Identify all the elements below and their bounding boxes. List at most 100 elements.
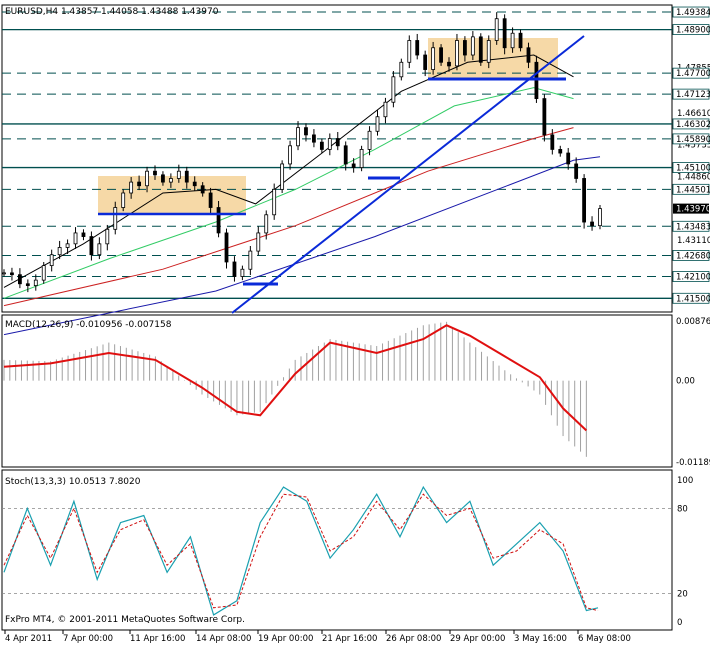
candle-body bbox=[304, 127, 308, 136]
stoch-tick-label: 0 bbox=[677, 618, 682, 628]
current-price-label: 1.43970 bbox=[676, 205, 710, 215]
stoch-tick-label: 20 bbox=[677, 590, 688, 600]
macd-tick-label: -0.01189 bbox=[676, 458, 710, 468]
candle-body bbox=[97, 243, 102, 256]
candle-body bbox=[240, 268, 245, 277]
candle-body bbox=[248, 250, 253, 270]
candle-body bbox=[319, 141, 324, 150]
candle-body bbox=[415, 40, 420, 56]
candle-body bbox=[113, 207, 118, 230]
price-tick-label: 1.44860 bbox=[677, 172, 710, 182]
candle-body bbox=[359, 149, 364, 168]
candle-body bbox=[41, 265, 46, 281]
chart-title: EURUSD,H4 1.43857 1.44058 1.43488 1.4397… bbox=[5, 7, 219, 17]
level-price-tag-label: 1.42680 bbox=[676, 251, 710, 261]
candle-body bbox=[2, 272, 6, 275]
level-price-tag-label: 1.45100 bbox=[676, 164, 710, 174]
macd-tick-label: 0.00 bbox=[676, 377, 695, 387]
stoch-tick-label: 100 bbox=[677, 476, 693, 486]
candle-body bbox=[105, 228, 110, 245]
candle-body bbox=[526, 47, 531, 63]
candle-body bbox=[121, 192, 126, 208]
time-tick-label: 19 Apr 00:00 bbox=[258, 634, 313, 644]
time-tick-label: 3 May 16:00 bbox=[514, 634, 567, 644]
level-price-tag-label: 1.44501 bbox=[676, 185, 710, 195]
candle-body bbox=[566, 152, 571, 165]
candle-body bbox=[25, 283, 30, 286]
candle-body bbox=[439, 47, 443, 63]
level-price-tag-label: 1.49384 bbox=[676, 8, 710, 18]
price-tick-label: 1.46610 bbox=[677, 109, 710, 119]
candle-body bbox=[256, 232, 261, 252]
candle-body bbox=[383, 101, 388, 118]
level-price-tag-label: 1.48900 bbox=[676, 26, 710, 36]
candle-body bbox=[272, 188, 277, 216]
candle-body bbox=[590, 221, 594, 227]
candle-body bbox=[391, 76, 396, 103]
candle-body bbox=[65, 243, 70, 248]
candle-body bbox=[407, 40, 412, 63]
candle-body bbox=[494, 18, 499, 41]
copyright-text: FxPro MT4, © 2001-2011 MetaQuotes Softwa… bbox=[5, 615, 245, 625]
candle-body bbox=[351, 163, 356, 168]
candle-body bbox=[81, 232, 86, 237]
time-tick-label: 6 May 08:00 bbox=[578, 634, 631, 644]
time-tick-label: 26 Apr 08:00 bbox=[386, 634, 441, 644]
level-price-tag-label: 1.42100 bbox=[676, 273, 710, 283]
candle-body bbox=[168, 178, 173, 183]
candle-body bbox=[10, 272, 14, 276]
stoch-title: Stoch(13,3,3) 10.0513 7.8020 bbox=[5, 477, 141, 487]
candle-body bbox=[542, 98, 547, 136]
candle-body bbox=[431, 47, 436, 70]
candle-body bbox=[598, 208, 602, 227]
candle-body bbox=[423, 54, 428, 70]
candle-body bbox=[574, 163, 579, 179]
candle-body bbox=[161, 174, 165, 183]
candle-body bbox=[280, 163, 285, 190]
candle-body bbox=[288, 145, 292, 165]
candle-body bbox=[192, 181, 197, 187]
candle-body bbox=[470, 36, 475, 56]
candle-body bbox=[208, 192, 213, 208]
macd-title: MACD(12,26,9) -0.010956 -0.007158 bbox=[5, 320, 172, 330]
candle-body bbox=[264, 214, 269, 234]
level-price-tag-label: 1.45890 bbox=[676, 135, 710, 145]
candle-body bbox=[89, 236, 94, 256]
candle-body bbox=[232, 261, 237, 277]
candle-body bbox=[224, 232, 229, 263]
chart-window[interactable]: 1.478551.466101.457351.448601.431101.415… bbox=[0, 0, 710, 645]
candle-body bbox=[367, 130, 372, 150]
candle-body bbox=[335, 138, 340, 147]
time-tick-label: 14 Apr 08:00 bbox=[196, 634, 251, 644]
candle-body bbox=[153, 170, 157, 176]
time-tick-label: 21 Apr 16:00 bbox=[322, 634, 377, 644]
time-tick-label: 7 Apr 00:00 bbox=[63, 634, 113, 644]
candle-body bbox=[375, 116, 380, 132]
candle-body bbox=[550, 134, 555, 150]
candle-body bbox=[129, 181, 134, 194]
candle-body bbox=[49, 254, 54, 267]
level-price-tag-label: 1.47123 bbox=[676, 90, 710, 100]
candle-body bbox=[558, 149, 563, 154]
stoch-tick-label: 80 bbox=[677, 504, 688, 514]
macd-tick-label: 0.00876 bbox=[676, 317, 710, 327]
candle-body bbox=[343, 145, 348, 165]
time-tick-label: 29 Apr 00:00 bbox=[450, 634, 505, 644]
candle-body bbox=[145, 170, 149, 187]
candle-body bbox=[582, 178, 587, 223]
candle-body bbox=[137, 181, 141, 187]
candle-body bbox=[33, 279, 38, 286]
level-price-tag-label: 1.47700 bbox=[676, 69, 710, 79]
candle-body bbox=[502, 18, 507, 49]
candle-body bbox=[312, 134, 316, 143]
time-tick-label: 4 Apr 2011 bbox=[5, 634, 52, 644]
candle-body bbox=[399, 61, 404, 78]
candle-body bbox=[184, 170, 189, 183]
level-price-tag-label: 1.43483 bbox=[676, 222, 710, 232]
candle-body bbox=[510, 32, 515, 49]
price-tick-label: 1.43110 bbox=[677, 236, 710, 246]
candle-body bbox=[455, 40, 459, 67]
candle-body bbox=[200, 185, 205, 194]
candle-body bbox=[478, 36, 483, 63]
candle-body bbox=[518, 32, 523, 49]
